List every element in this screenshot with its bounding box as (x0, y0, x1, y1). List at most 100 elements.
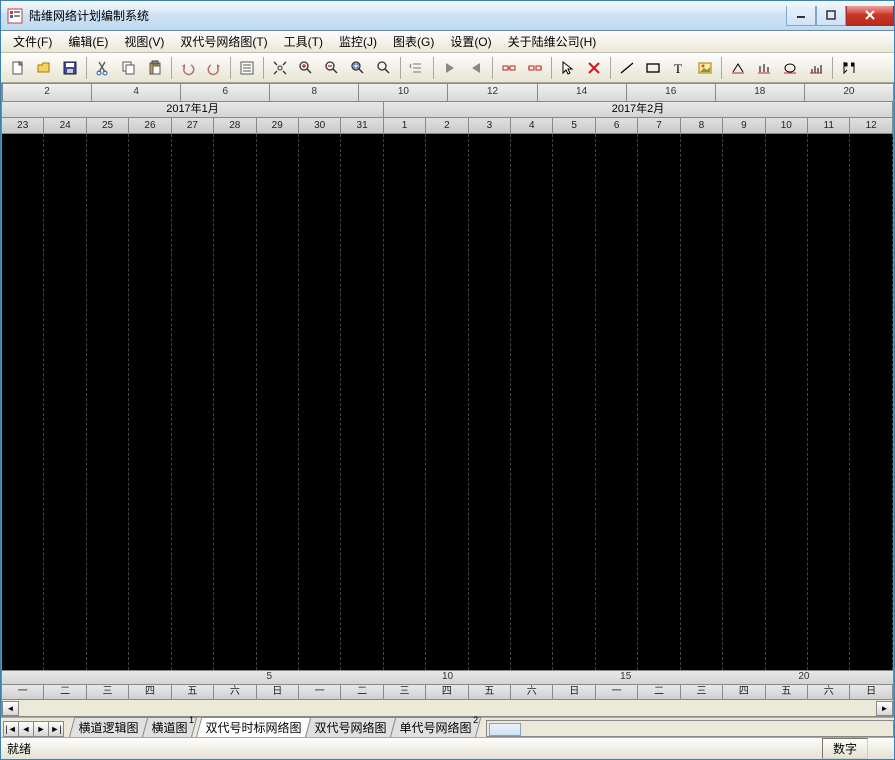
grid-column (553, 134, 595, 670)
toolbar-separator (400, 57, 401, 79)
app-icon (7, 8, 23, 24)
shape2-icon[interactable] (752, 56, 776, 80)
menu-file[interactable]: 文件(F) (5, 31, 60, 52)
copy-icon[interactable] (117, 56, 141, 80)
tab-first-icon[interactable]: |◄ (3, 721, 19, 737)
grid-column (87, 134, 129, 670)
toolbar-separator (721, 57, 722, 79)
milestone-icon[interactable] (837, 56, 861, 80)
pointer-icon[interactable] (556, 56, 580, 80)
week-mark: 5 (180, 671, 358, 684)
sheet-tab[interactable]: 单代号网络图 (390, 717, 481, 737)
status-numlock: 数字 (822, 738, 868, 759)
undo-icon[interactable] (176, 56, 200, 80)
workspace: 2 4 6 8 10 12 14 16 18 20 2017年1月 2017年2… (1, 83, 894, 717)
ruler-tick: 10 (358, 84, 447, 101)
redo-icon[interactable] (202, 56, 226, 80)
grid-column (766, 134, 808, 670)
tab-next-icon[interactable]: ► (33, 721, 49, 737)
new-file-icon[interactable] (6, 56, 30, 80)
prev-icon[interactable] (464, 56, 488, 80)
ruler-tick: 20 (804, 84, 893, 101)
sheet-tab[interactable]: 横道逻辑图 (69, 717, 148, 737)
ruler-tick: 14 (537, 84, 626, 101)
paste-icon[interactable] (143, 56, 167, 80)
link-left-icon[interactable] (497, 56, 521, 80)
scroll-left-icon[interactable]: ◄ (2, 701, 19, 716)
grid-column (511, 134, 553, 670)
next-icon[interactable] (438, 56, 462, 80)
date-cell: 9 (723, 118, 765, 133)
zoom-fit-icon[interactable] (268, 56, 292, 80)
grid-column (214, 134, 256, 670)
weekday-cell: 三 (384, 685, 426, 699)
horizontal-scrollbar[interactable]: ◄ ► (2, 699, 893, 716)
weekday-cell: 二 (44, 685, 86, 699)
svg-text:T: T (674, 61, 682, 76)
shape3-icon[interactable] (778, 56, 802, 80)
cut-icon[interactable] (91, 56, 115, 80)
zoom-region-icon[interactable] (346, 56, 370, 80)
line-tool-icon[interactable] (615, 56, 639, 80)
zoom-in-icon[interactable] (294, 56, 318, 80)
month-cell: 2017年2月 (384, 102, 893, 117)
zoom-100-icon[interactable] (372, 56, 396, 80)
collapse-icon[interactable] (405, 56, 429, 80)
weekday-cell: 日 (257, 685, 299, 699)
toolbar: T (1, 53, 894, 83)
weekday-cell: 日 (850, 685, 892, 699)
menu-about[interactable]: 关于陆维公司(H) (500, 31, 605, 52)
gantt-canvas[interactable] (2, 134, 893, 670)
link-right-icon[interactable] (523, 56, 547, 80)
grid-column (2, 134, 44, 670)
grid-column (596, 134, 638, 670)
sheet-tab-active[interactable]: 双代号时标网络图 (196, 717, 311, 737)
date-cell: 12 (850, 118, 892, 133)
close-button[interactable] (846, 6, 894, 26)
tab-last-icon[interactable]: ►| (48, 721, 64, 737)
weekday-cell: 一 (2, 685, 44, 699)
image-tool-icon[interactable] (693, 56, 717, 80)
save-icon[interactable] (58, 56, 82, 80)
weekday-cell: 三 (681, 685, 723, 699)
shape4-icon[interactable] (804, 56, 828, 80)
date-cell: 10 (766, 118, 808, 133)
rect-tool-icon[interactable] (641, 56, 665, 80)
scroll-right-icon[interactable]: ► (876, 701, 893, 716)
list-icon[interactable] (235, 56, 259, 80)
status-ready: 就绪 (7, 740, 818, 757)
grid-column (341, 134, 383, 670)
weekday-cell: 六 (511, 685, 553, 699)
top-ruler: 2 4 6 8 10 12 14 16 18 20 (2, 84, 893, 102)
grid-column (681, 134, 723, 670)
date-cell: 30 (299, 118, 341, 133)
text-tool-icon[interactable]: T (667, 56, 691, 80)
tab-scrollbar[interactable] (486, 720, 894, 737)
menu-settings[interactable]: 设置(O) (442, 31, 499, 52)
open-file-icon[interactable] (32, 56, 56, 80)
date-cell: 1 (384, 118, 426, 133)
menu-edit[interactable]: 编辑(E) (60, 31, 116, 52)
tab-marker-left: 1 (189, 715, 194, 725)
menu-tools[interactable]: 工具(T) (276, 31, 331, 52)
menu-monitor[interactable]: 监控(J) (331, 31, 385, 52)
month-cell: 2017年1月 (2, 102, 384, 117)
date-cell: 27 (172, 118, 214, 133)
date-cell: 31 (341, 118, 383, 133)
minimize-button[interactable] (786, 6, 816, 26)
zoom-out-icon[interactable] (320, 56, 344, 80)
date-cell: 8 (681, 118, 723, 133)
tab-prev-icon[interactable]: ◄ (18, 721, 34, 737)
menu-network[interactable]: 双代号网络图(T) (172, 31, 275, 52)
date-cell: 11 (808, 118, 850, 133)
menu-chart[interactable]: 图表(G) (385, 31, 442, 52)
menu-view[interactable]: 视图(V) (116, 31, 172, 52)
bottom-rulers: 5 10 15 20 一二三四五六日一二三四五六日一二三四五六日 (2, 670, 893, 699)
maximize-button[interactable] (816, 6, 846, 26)
titlebar: 陆维网络计划编制系统 (1, 1, 894, 31)
delete-icon[interactable] (582, 56, 606, 80)
shape1-icon[interactable] (726, 56, 750, 80)
grid-column (469, 134, 511, 670)
toolbar-separator (86, 57, 87, 79)
sheet-tab[interactable]: 双代号网络图 (305, 717, 396, 737)
